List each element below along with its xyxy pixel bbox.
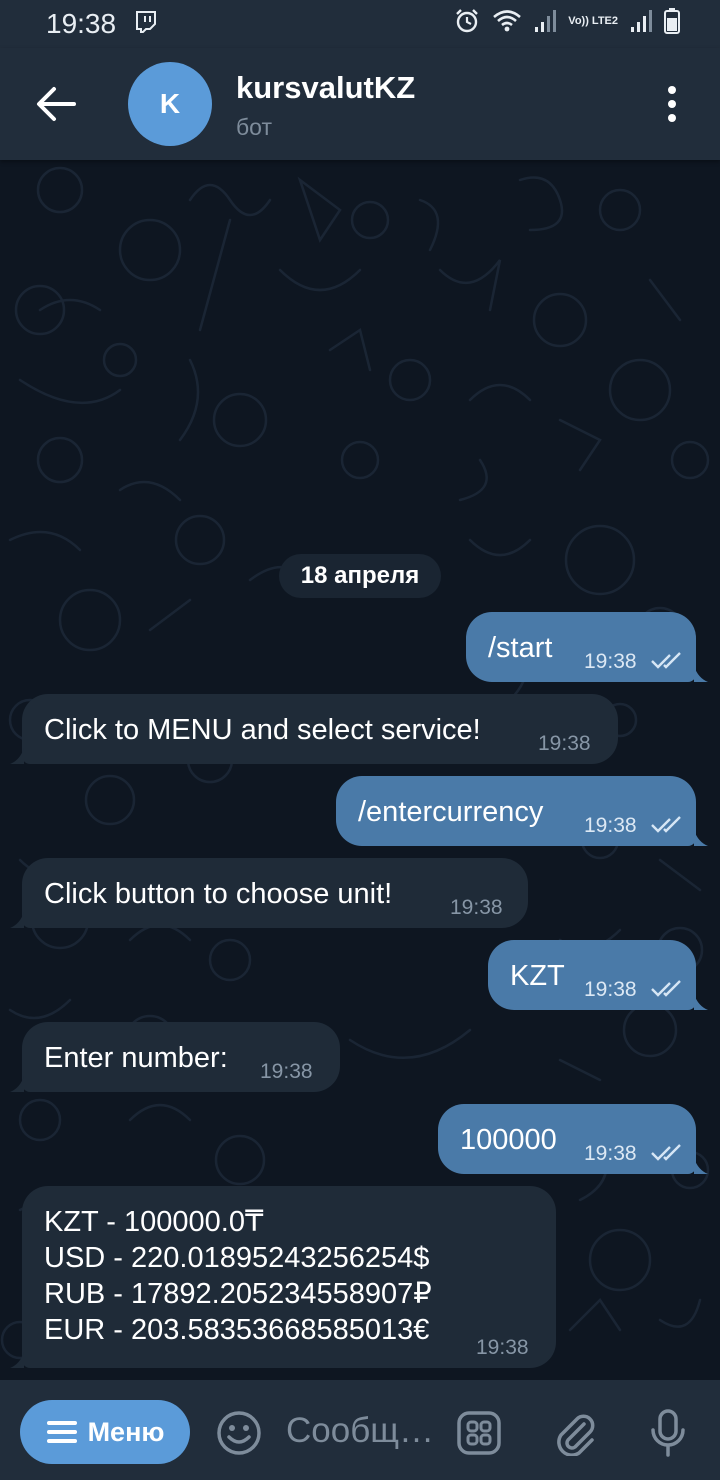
rate-line-usd: USD - 220.01895243256254$ xyxy=(44,1242,430,1274)
incoming-message[interactable]: KZT - 100000.0₸ USD - 220.01895243256254… xyxy=(22,1186,556,1368)
read-ticks-icon xyxy=(651,980,681,997)
menu-button-label: Меню xyxy=(87,1416,165,1447)
attach-icon[interactable] xyxy=(552,1410,598,1456)
incoming-message[interactable]: Enter number: 19:38 xyxy=(22,1022,340,1092)
rate-line-rub: RUB - 17892.205234558907₽ xyxy=(44,1278,432,1310)
incoming-message[interactable]: Click button to choose unit! 19:38 xyxy=(22,858,528,928)
read-ticks-icon xyxy=(651,652,681,669)
twitch-icon xyxy=(136,11,156,33)
outgoing-message[interactable]: /entercurrency 19:38 xyxy=(336,776,696,846)
message-text: Enter number: xyxy=(44,1042,228,1074)
battery-icon xyxy=(664,8,680,34)
message-time: 19:38 xyxy=(584,650,637,673)
read-ticks-icon xyxy=(651,1144,681,1161)
outgoing-message[interactable]: /start 19:38 xyxy=(466,612,696,682)
message-text: 100000 xyxy=(460,1124,557,1156)
message-time: 19:38 xyxy=(538,732,591,755)
bubble-tail xyxy=(694,1158,708,1174)
message-text: Click button to choose unit! xyxy=(44,878,393,910)
rate-line-kzt: KZT - 100000.0₸ xyxy=(44,1206,264,1238)
signal-icon xyxy=(535,10,557,32)
message-text: KZT xyxy=(510,960,565,992)
bot-menu-button[interactable]: Меню xyxy=(20,1400,190,1464)
message-text: Click to MENU and select service! xyxy=(44,714,481,746)
bubble-tail xyxy=(694,666,708,682)
bubble-tail xyxy=(10,748,24,764)
chat-subtitle: бот xyxy=(236,114,272,140)
bubble-tail xyxy=(10,912,24,928)
bot-commands-icon[interactable] xyxy=(456,1410,502,1456)
microphone-icon[interactable] xyxy=(648,1408,688,1458)
incoming-message[interactable]: Click to MENU and select service! 19:38 xyxy=(22,694,618,764)
date-separator: 18 апреля xyxy=(279,554,441,598)
outgoing-message[interactable]: KZT 19:38 xyxy=(488,940,696,1010)
status-icons: Vo)) LTE2 xyxy=(454,8,680,34)
message-text: KZT - 100000.0₸ USD - 220.01895243256254… xyxy=(44,1204,432,1348)
chat-header: K kursvalutKZ бот xyxy=(0,48,720,160)
message-text: /entercurrency xyxy=(358,796,544,828)
message-time: 19:38 xyxy=(584,814,637,837)
hamburger-icon xyxy=(46,1421,77,1443)
message-text: /start xyxy=(488,632,553,664)
avatar[interactable]: K xyxy=(128,62,212,146)
message-input[interactable] xyxy=(286,1408,436,1454)
message-time: 19:38 xyxy=(584,978,637,1001)
message-time: 19:38 xyxy=(476,1336,529,1359)
back-arrow-icon[interactable] xyxy=(34,84,78,124)
bubble-tail xyxy=(694,830,708,846)
message-time: 19:38 xyxy=(584,1142,637,1165)
bubble-tail xyxy=(10,1076,24,1092)
emoji-icon[interactable] xyxy=(216,1410,262,1456)
wifi-icon xyxy=(493,10,522,32)
network-label: Vo)) LTE2 xyxy=(568,14,618,27)
status-bar: 19:38 Vo)) LTE2 xyxy=(0,0,720,48)
signal-icon-2 xyxy=(631,10,652,32)
read-ticks-icon xyxy=(651,816,681,833)
status-time: 19:38 xyxy=(46,8,117,39)
more-vertical-icon[interactable] xyxy=(660,84,684,124)
chat-title[interactable]: kursvalutKZ xyxy=(236,70,415,106)
rate-line-eur: EUR - 203.58353668585013€ xyxy=(44,1314,430,1346)
message-composer: Меню xyxy=(0,1380,720,1480)
bubble-tail xyxy=(10,1352,24,1368)
message-time: 19:38 xyxy=(260,1060,313,1083)
outgoing-message[interactable]: 100000 19:38 xyxy=(438,1104,696,1174)
bubble-tail xyxy=(694,994,708,1010)
alarm-icon xyxy=(456,9,479,33)
chat-area[interactable]: 18 апреля /start 19:38 Click to MENU and… xyxy=(0,160,720,1380)
message-time: 19:38 xyxy=(450,896,503,919)
